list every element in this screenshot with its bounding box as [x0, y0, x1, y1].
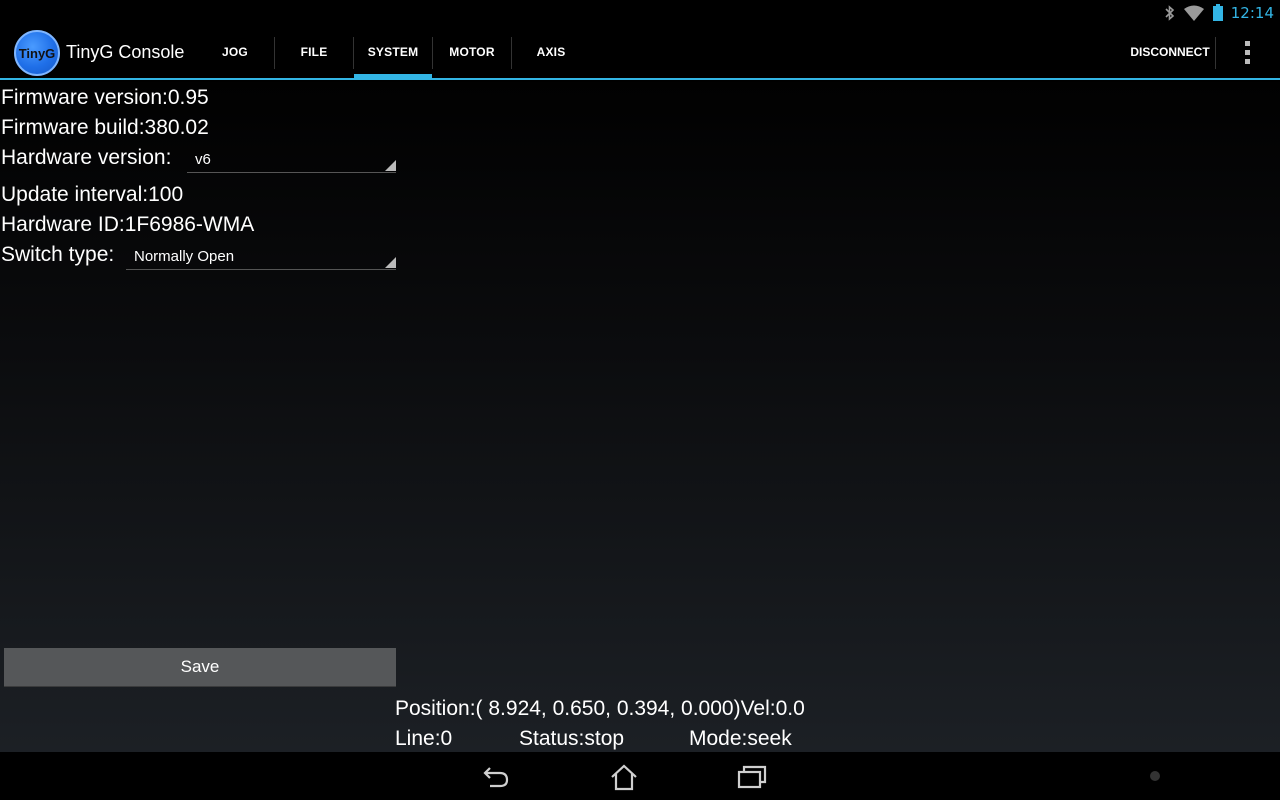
system-status-bar: 12:14	[0, 0, 1280, 25]
tab-label: SYSTEM	[367, 44, 419, 59]
action-divider	[1215, 37, 1216, 69]
overflow-menu-icon[interactable]	[1230, 37, 1264, 67]
logo-text: TinyG	[18, 45, 56, 61]
battery-icon	[1212, 4, 1223, 21]
tinyg-logo-icon[interactable]: TinyG	[14, 30, 60, 76]
navigation-bar	[0, 752, 1280, 800]
tab-label: MOTOR	[449, 44, 495, 59]
disconnect-button[interactable]: DISCONNECT	[1126, 25, 1214, 78]
update-interval: Update interval:100	[1, 183, 184, 206]
spinner-value: v6	[195, 150, 211, 168]
app-title: TinyG Console	[66, 42, 185, 62]
switch-type-spinner[interactable]: Normally Open	[126, 243, 396, 270]
hardware-version-spinner[interactable]: v6	[187, 146, 396, 173]
action-bar: TinyG TinyG Console JOG FILE SYSTEM MOTO…	[0, 25, 1280, 80]
recent-apps-icon[interactable]	[722, 760, 782, 794]
home-icon[interactable]	[594, 760, 654, 794]
system-settings-panel: Firmware version:0.95 Firmware build:380…	[0, 82, 1280, 752]
tab-label: AXIS	[536, 44, 566, 59]
line-readout: Line:0	[395, 727, 453, 750]
mode-readout: Mode:seek	[689, 727, 792, 750]
back-icon[interactable]	[466, 760, 526, 794]
position-readout: Position:( 8.924, 0.650, 0.394, 0.000)Ve…	[395, 697, 805, 720]
clock: 12:14	[1230, 3, 1274, 22]
switch-type-label: Switch type:	[1, 243, 115, 266]
wifi-icon	[1183, 5, 1204, 21]
spinner-arrow-icon	[385, 160, 396, 171]
bluetooth-icon	[1165, 4, 1174, 21]
status-icons: 12:14	[1165, 0, 1274, 25]
save-button[interactable]: Save	[4, 648, 396, 687]
indicator-dot-icon	[1150, 771, 1160, 781]
tab-label: FILE	[300, 44, 328, 59]
tab-label: JOG	[222, 44, 248, 59]
tab-jog[interactable]: JOG	[196, 25, 274, 78]
spinner-arrow-icon	[385, 257, 396, 268]
tab-system[interactable]: SYSTEM	[354, 25, 432, 79]
hardware-id: Hardware ID:1F6986-WMA	[1, 213, 255, 236]
tab-file[interactable]: FILE	[275, 25, 353, 78]
hardware-version-label: Hardware version:	[1, 146, 172, 169]
firmware-build: Firmware build:380.02	[1, 116, 209, 139]
firmware-version: Firmware version:0.95	[1, 86, 209, 109]
status-readout: Status:stop	[519, 727, 625, 750]
tab-axis[interactable]: AXIS	[512, 25, 590, 78]
spinner-value: Normally Open	[134, 247, 235, 265]
tab-motor[interactable]: MOTOR	[433, 25, 511, 78]
